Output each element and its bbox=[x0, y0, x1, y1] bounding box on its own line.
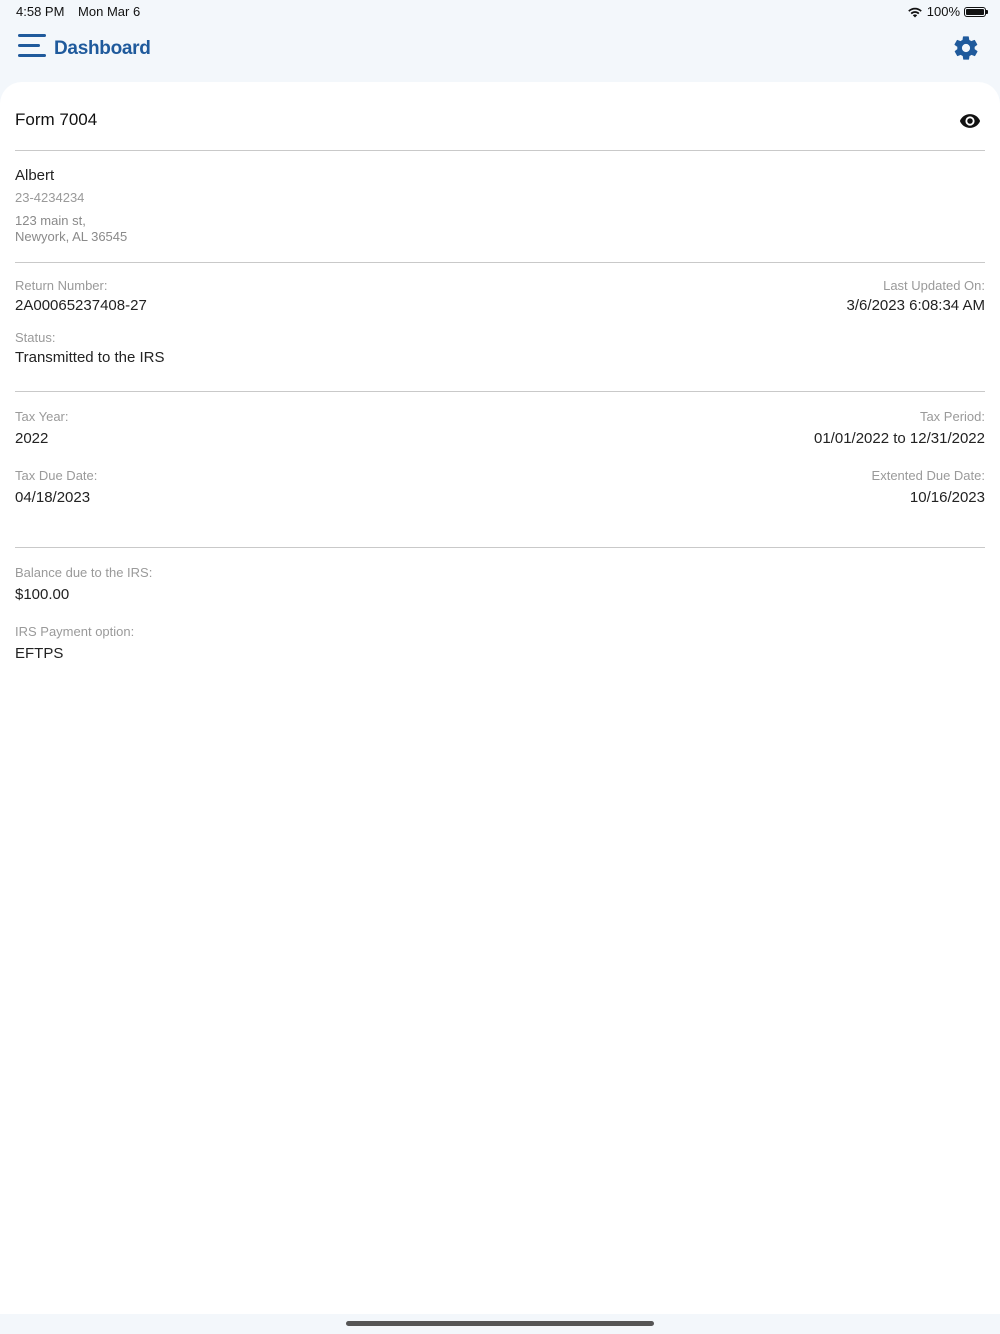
divider bbox=[15, 262, 985, 263]
business-info: Albert 23-4234234 123 main st, Newyork, … bbox=[15, 167, 985, 245]
payment-option-label: IRS Payment option: bbox=[15, 624, 135, 639]
form-details-card: Form 7004 Albert 23-4234234 123 main st,… bbox=[0, 82, 1000, 1314]
tax-period-label: Tax Period: bbox=[919, 409, 985, 424]
tax-due-date-value: 04/18/2023 bbox=[15, 489, 91, 506]
last-updated-label: Last Updated On: bbox=[883, 278, 985, 293]
tax-year-value: 2022 bbox=[15, 430, 49, 447]
status-time: 4:58 PM bbox=[16, 4, 65, 19]
battery-icon bbox=[964, 6, 988, 17]
status-right: 100% bbox=[907, 4, 988, 19]
extended-due-date-value: 10/16/2023 bbox=[909, 489, 985, 506]
return-info: Return Number: 2A00065237408-27 Last Upd… bbox=[15, 278, 985, 378]
gear-icon[interactable] bbox=[952, 34, 980, 62]
wifi-icon bbox=[907, 7, 922, 17]
tax-year-label: Tax Year: bbox=[15, 409, 69, 424]
extended-due-date-label: Extented Due Date: bbox=[871, 468, 985, 483]
balance-value: $100.00 bbox=[15, 586, 70, 603]
home-indicator[interactable] bbox=[346, 1321, 654, 1326]
payment-option-value: EFTPS bbox=[15, 645, 64, 662]
return-number-value: 2A00065237408-27 bbox=[15, 297, 147, 314]
form-title: Form 7004 bbox=[15, 110, 98, 129]
nav-bar: Dashboard bbox=[0, 24, 1000, 80]
business-ein: 23-4234234 bbox=[15, 190, 85, 205]
address-line1: 123 main st, bbox=[15, 213, 86, 228]
business-name: Albert bbox=[15, 167, 55, 184]
status-label: Status: bbox=[15, 330, 56, 345]
tax-period-value: 01/01/2022 to 12/31/2022 bbox=[814, 430, 985, 447]
divider bbox=[15, 391, 985, 392]
eye-icon[interactable] bbox=[958, 110, 982, 132]
status-bar: 4:58 PM Mon Mar 6 100% bbox=[0, 0, 1000, 24]
menu-icon[interactable] bbox=[18, 34, 48, 60]
battery-percent: 100% bbox=[926, 4, 960, 19]
divider bbox=[15, 547, 985, 548]
status-value: Transmitted to the IRS bbox=[15, 349, 165, 366]
tax-info: Tax Year: 2022 Tax Period: 01/01/2022 to… bbox=[15, 409, 985, 519]
tax-due-date-label: Tax Due Date: bbox=[15, 468, 98, 483]
address-line2: Newyork, AL 36545 bbox=[15, 229, 128, 244]
status-date: Mon Mar 6 bbox=[78, 4, 141, 19]
balance-label: Balance due to the IRS: bbox=[15, 565, 153, 580]
card-header: Form 7004 bbox=[15, 110, 985, 134]
dashboard-link[interactable]: Dashboard bbox=[54, 38, 151, 60]
divider bbox=[15, 150, 985, 151]
last-updated-value: 3/6/2023 6:08:34 AM bbox=[846, 297, 985, 314]
payment-info: Balance due to the IRS: $100.00 IRS Paym… bbox=[15, 565, 985, 675]
return-number-label: Return Number: bbox=[15, 278, 108, 293]
status-left: 4:58 PM Mon Mar 6 bbox=[16, 4, 150, 19]
